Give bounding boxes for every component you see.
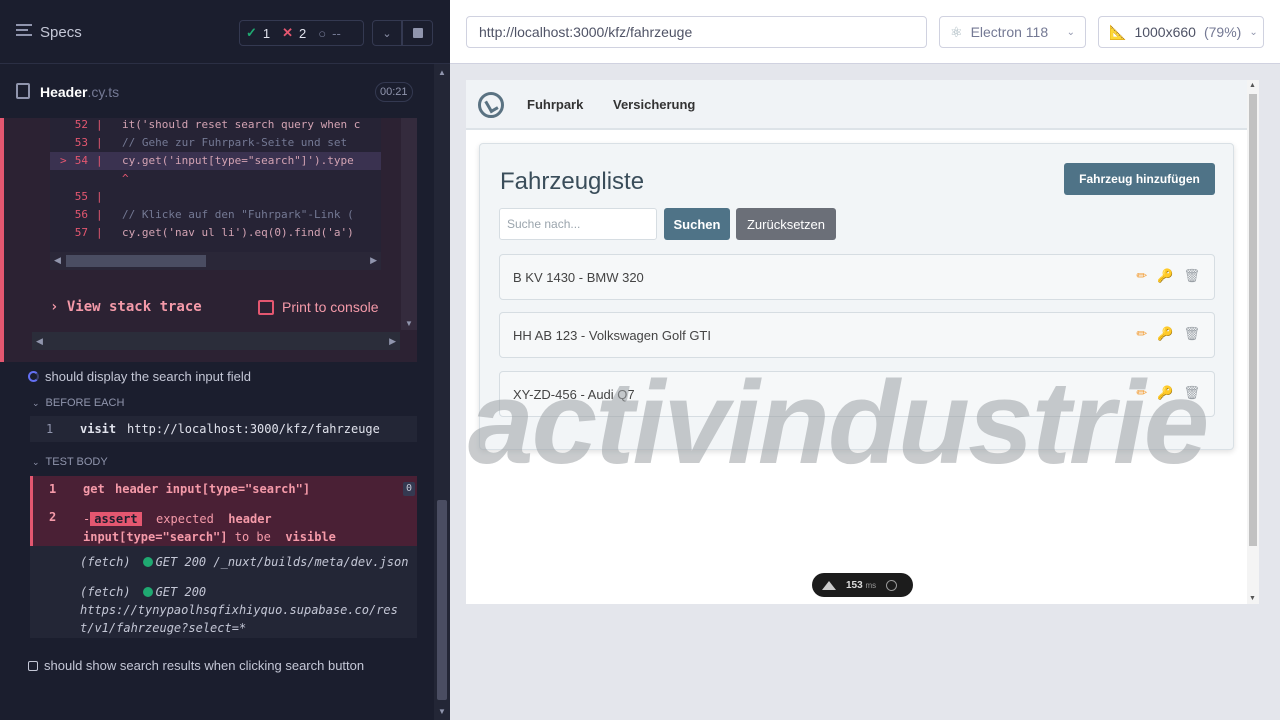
- vehicle-item[interactable]: HH AB 123 - Volkswagen Golf GTI ✏ 🔑 🗑: [499, 312, 1215, 358]
- status-dot-icon: [142, 587, 153, 597]
- view-stack-trace-link[interactable]: › View stack trace: [50, 299, 202, 315]
- print-to-console-link[interactable]: Print to console: [258, 299, 379, 315]
- command-log-scrollbar[interactable]: ▲ ▼: [434, 64, 450, 720]
- expand-toggle-button[interactable]: ⌄: [372, 20, 402, 46]
- error-horizontal-scrollbar[interactable]: ◀ ▶: [32, 332, 400, 350]
- test-body-hook[interactable]: ⌄ TEST BODY: [32, 456, 108, 468]
- stop-icon: [412, 28, 423, 38]
- trash-icon[interactable]: 🗑: [1183, 268, 1200, 284]
- scroll-left-icon[interactable]: ◀: [54, 255, 61, 266]
- app-under-test: Fuhrpark Versicherung Fahrzeugliste Fahr…: [466, 80, 1259, 604]
- browser-selector[interactable]: ⚛ Electron 118 ⌄: [939, 16, 1086, 48]
- chevron-down-icon: ⌄: [1066, 26, 1075, 38]
- ruler-icon: 📐: [1109, 23, 1127, 40]
- edit-icon[interactable]: ✏: [1136, 268, 1147, 284]
- pending-count: --: [332, 25, 341, 41]
- reset-button[interactable]: Zurücksetzen: [736, 208, 836, 240]
- viewport-selector[interactable]: 📐 1000x660 (79%) ⌄: [1098, 16, 1264, 48]
- trash-icon[interactable]: 🗑: [1183, 326, 1200, 342]
- key-icon[interactable]: 🔑: [1157, 326, 1173, 342]
- nav-link-fuhrpark[interactable]: Fuhrpark: [527, 97, 583, 112]
- page-title: Fahrzeugliste: [500, 168, 645, 195]
- chevron-down-icon: ⌄: [32, 397, 40, 408]
- scroll-down-icon[interactable]: ▼: [1249, 595, 1256, 602]
- nav-link-versicherung[interactable]: Versicherung: [613, 97, 695, 112]
- code-frame: 52 | it('should reset search query when c …: [50, 118, 381, 270]
- specs-bar: Specs ✓ 1 ✕ 2 ○ -- ⌄: [0, 0, 450, 64]
- test-title-running[interactable]: should display the search input field: [28, 369, 251, 384]
- passed-count: 1: [262, 25, 271, 41]
- running-spinner-icon: [28, 371, 39, 382]
- console-icon: [258, 299, 274, 315]
- error-vertical-scrollbar[interactable]: ▼: [401, 118, 417, 330]
- search-button[interactable]: Suchen: [664, 208, 730, 240]
- code-line: 55 |: [74, 190, 103, 203]
- spec-file-header: Header.cy.ts 00:21: [0, 72, 432, 112]
- document-icon: [16, 83, 30, 99]
- scroll-down-icon[interactable]: ▼: [405, 319, 413, 328]
- scroll-up-icon[interactable]: ▲: [1249, 82, 1256, 89]
- electron-icon: ⚛: [950, 23, 963, 40]
- add-vehicle-button[interactable]: Fahrzeug hinzufügen: [1064, 163, 1215, 195]
- scroll-thumb[interactable]: [437, 500, 447, 700]
- test-title-pending[interactable]: should show search results when clicking…: [28, 658, 364, 673]
- target-icon[interactable]: [886, 579, 898, 591]
- app-logo-icon[interactable]: [478, 92, 504, 118]
- chevron-down-icon: ⌄: [1249, 26, 1258, 38]
- assert-tag: assert: [90, 512, 142, 526]
- element-count-badge: 0: [403, 482, 415, 496]
- vehicle-item[interactable]: B KV 1430 - BMW 320 ✏ 🔑 🗑: [499, 254, 1215, 300]
- nuxt-icon: [822, 580, 836, 590]
- scroll-down-icon[interactable]: ▼: [438, 707, 446, 716]
- code-line: 53 | // Gehe zur Fuhrpark-Seite und set: [74, 136, 348, 149]
- code-line-current: >54 | cy.get('input[type="search"]').type: [50, 152, 381, 170]
- code-line: 56 | // Klicke auf den "Fuhrpark"-Link (: [74, 208, 354, 221]
- command-log-panel: Specs ✓ 1 ✕ 2 ○ -- ⌄ Header.cy.ts 00:21 52 |…: [0, 0, 450, 720]
- app-header-nav: Fuhrpark Versicherung: [466, 80, 1247, 130]
- spec-duration: 00:21: [375, 82, 413, 102]
- before-each-hook[interactable]: ⌄ BEFORE EACH: [32, 397, 124, 409]
- command-row-failed[interactable]: 2 - assert expected header input[type="se…: [30, 504, 417, 546]
- watermark-text: activindustrie: [468, 357, 1209, 489]
- spec-file-name: Header.cy.ts: [40, 84, 120, 100]
- scroll-right-icon[interactable]: ▶: [370, 255, 377, 266]
- search-input[interactable]: Suche nach...: [499, 208, 657, 240]
- code-line: 57 | cy.get('nav ul li').eq(0).find('a'): [74, 226, 354, 239]
- test-stats: ✓ 1 ✕ 2 ○ --: [239, 20, 364, 46]
- scroll-up-icon[interactable]: ▲: [438, 68, 446, 77]
- menu-icon[interactable]: [16, 24, 32, 38]
- pending-icon: ○: [318, 25, 327, 41]
- url-bar[interactable]: http://localhost:3000/kfz/fahrzeuge: [466, 16, 927, 48]
- key-icon[interactable]: 🔑: [1157, 268, 1173, 284]
- failed-count: 2: [299, 25, 307, 41]
- chevron-down-icon: ⌄: [32, 456, 40, 467]
- specs-label[interactable]: Specs: [40, 24, 82, 41]
- fetch-row[interactable]: (fetch) GET 200 /_nuxt/builds/meta/dev.js…: [30, 546, 417, 576]
- scroll-thumb[interactable]: [66, 255, 206, 267]
- fetch-row[interactable]: (fetch) GET 200 https://tynypaolhsqfixhiyq…: [30, 576, 417, 638]
- scroll-right-icon[interactable]: ▶: [389, 336, 396, 347]
- failed-icon: ✕: [282, 25, 294, 40]
- code-line: 52 | it('should reset search query when c: [74, 118, 361, 131]
- chevron-down-icon: ⌄: [382, 27, 392, 40]
- status-dot-icon: [142, 557, 153, 567]
- app-scrollbar[interactable]: ▲ ▼: [1247, 80, 1259, 604]
- edit-icon[interactable]: ✏: [1136, 326, 1147, 342]
- nuxt-devtools-badge[interactable]: 153 ms: [812, 573, 913, 597]
- command-row[interactable]: 1 visit http://localhost:3000/kfz/fahrze…: [30, 416, 417, 442]
- code-line: ^: [122, 172, 129, 185]
- passed-icon: ✓: [246, 25, 257, 40]
- stop-button[interactable]: [402, 20, 433, 46]
- aut-toolbar: http://localhost:3000/kfz/fahrzeuge ⚛ El…: [450, 0, 1280, 64]
- pending-square-icon: [28, 660, 38, 671]
- scroll-left-icon[interactable]: ◀: [36, 336, 43, 347]
- command-row-failed[interactable]: 1 get header input[type="search"] 0: [30, 476, 417, 504]
- scroll-thumb[interactable]: [1249, 94, 1257, 546]
- code-horizontal-scrollbar[interactable]: ◀ ▶: [50, 252, 381, 270]
- aut-panel: http://localhost:3000/kfz/fahrzeuge ⚛ El…: [450, 0, 1280, 720]
